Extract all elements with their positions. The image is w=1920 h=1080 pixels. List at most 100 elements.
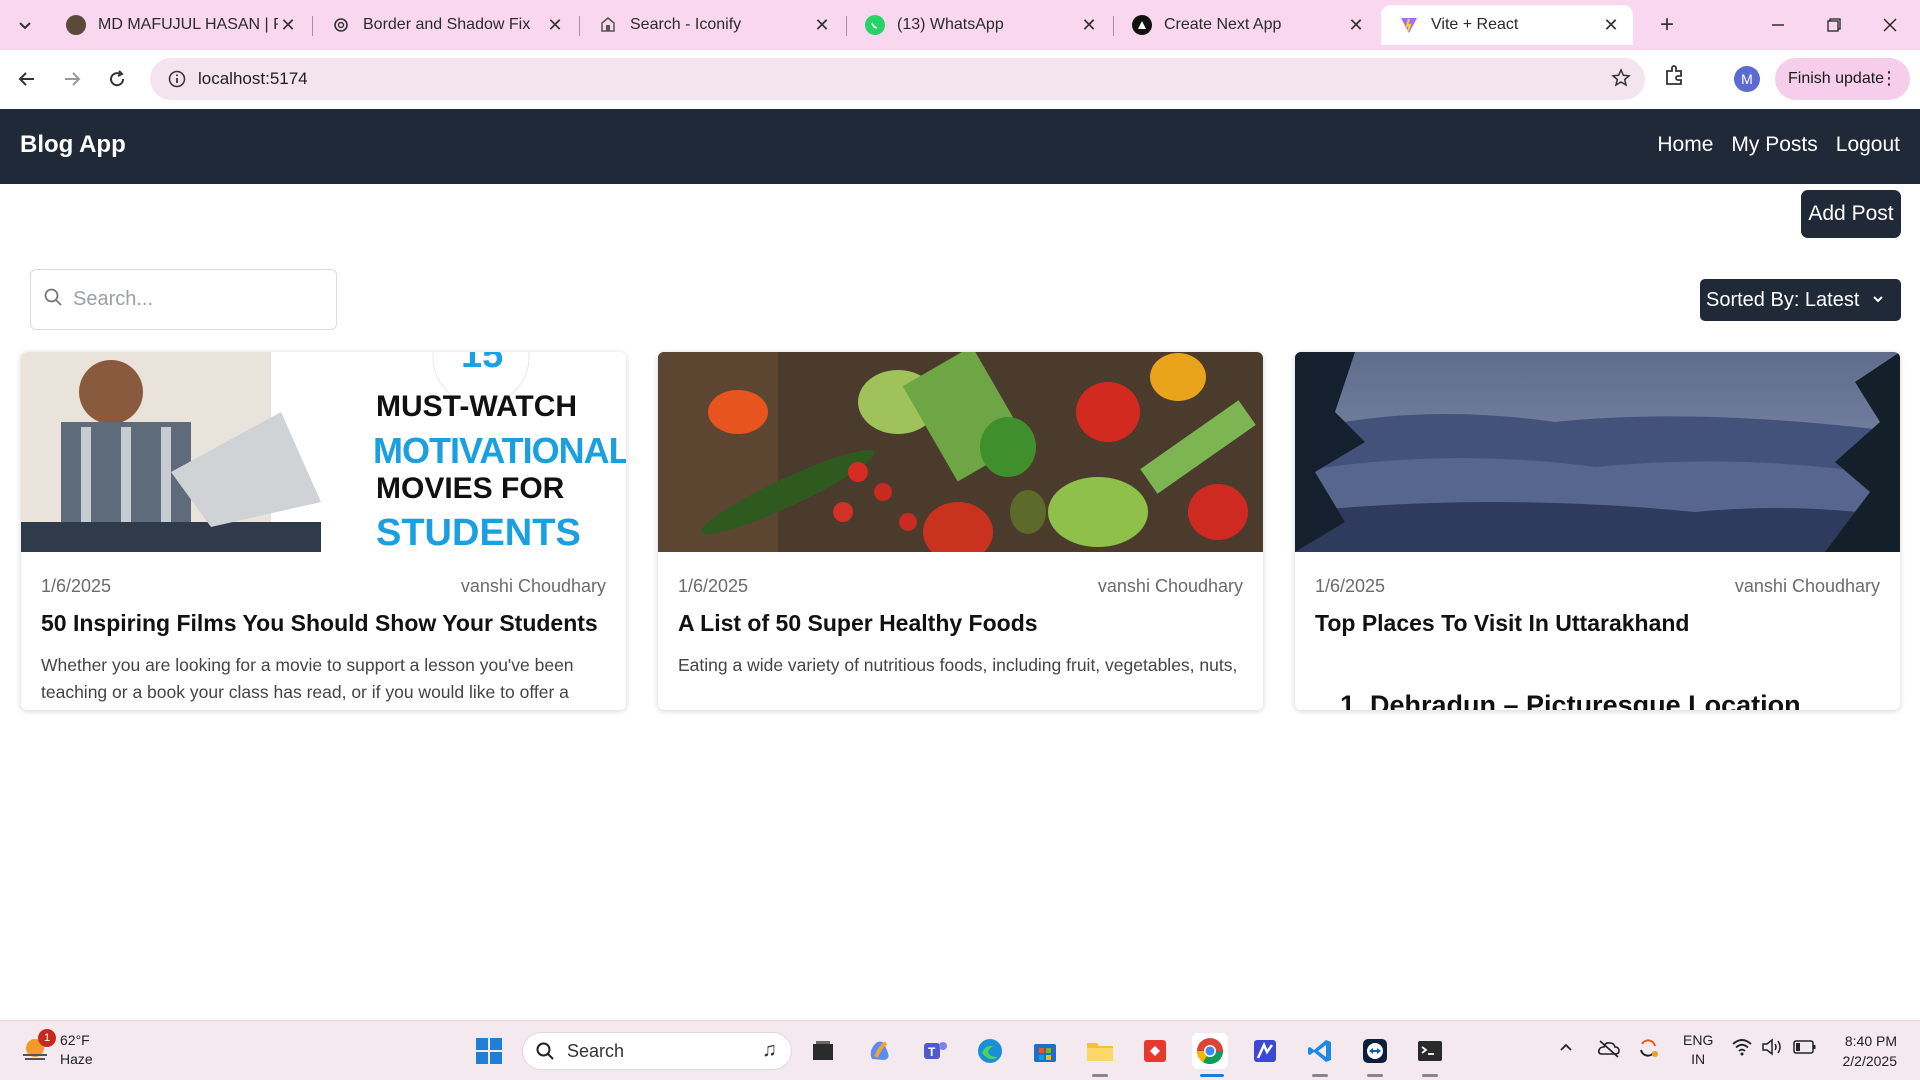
chrome-icon: [1196, 1038, 1224, 1065]
reload-button[interactable]: [100, 62, 134, 96]
wifi-icon[interactable]: [1731, 1038, 1753, 1059]
thumbnail-badge-number: 15: [461, 352, 504, 376]
url-text[interactable]: localhost:5174: [198, 69, 308, 89]
new-tab-button[interactable]: +: [1652, 10, 1682, 40]
arrow-right-icon: [65, 72, 81, 86]
taskbar-file-explorer[interactable]: [1082, 1033, 1118, 1069]
task-view-button[interactable]: [805, 1033, 841, 1069]
tab-title: Create Next App: [1164, 16, 1282, 33]
app-navbar: Blog App Home My Posts Logout: [0, 109, 1920, 184]
vite-icon: [1399, 15, 1419, 35]
nav-links: Home My Posts Logout: [1657, 133, 1900, 157]
post-excerpt: Eating a wide variety of nutritious food…: [678, 655, 1238, 675]
search-icon: [43, 287, 63, 312]
close-icon[interactable]: ✕: [1346, 15, 1366, 35]
volume-icon[interactable]: [1761, 1038, 1783, 1059]
extensions-puzzle-icon[interactable]: [1663, 63, 1687, 92]
taskbar-search-label: Search: [567, 1040, 625, 1061]
weather-temp: 62°F: [60, 1032, 90, 1048]
sync-icon[interactable]: [1636, 1036, 1660, 1063]
post-date: 1/6/2025: [678, 576, 749, 596]
language-region: IN: [1691, 1051, 1706, 1067]
post-thumbnail: [658, 352, 1263, 552]
minimize-button[interactable]: [1750, 0, 1806, 50]
taskbar-vscode[interactable]: [1302, 1033, 1338, 1069]
running-indicator: [1312, 1074, 1328, 1077]
taskbar-teamviewer[interactable]: [1357, 1033, 1393, 1069]
tab-search-button[interactable]: [10, 10, 40, 40]
tab-title: Border and Shadow Fix: [363, 16, 531, 33]
tab-whatsapp[interactable]: (13) WhatsApp ✕: [847, 5, 1111, 45]
git-icon: [1144, 1040, 1166, 1062]
close-icon[interactable]: ✕: [1601, 15, 1621, 35]
search-icon: [536, 1042, 554, 1060]
finish-update-label: Finish update: [1788, 70, 1885, 87]
bookmark-star-icon[interactable]: [1611, 68, 1631, 93]
profile-avatar[interactable]: M: [1734, 66, 1760, 92]
nav-home-link[interactable]: Home: [1657, 133, 1713, 157]
nav-my-posts-link[interactable]: My Posts: [1731, 133, 1817, 157]
browser-toolbar: localhost:5174 M Finish update ⋮: [0, 50, 1920, 108]
taskbar-search[interactable]: Search ♫: [522, 1032, 792, 1070]
tab-portfolio[interactable]: MD MAFUJUL HASAN | Po ✕: [48, 5, 310, 45]
taskbar-teams[interactable]: T: [917, 1033, 953, 1069]
post-card[interactable]: 15 MUST-WATCH MOTIVATIONAL MOVIES FOR ST…: [21, 352, 626, 710]
start-button[interactable]: [471, 1033, 507, 1069]
language-indicator[interactable]: ENG IN: [1683, 1031, 1713, 1069]
post-title[interactable]: A List of 50 Super Healthy Foods: [678, 610, 1243, 637]
chevron-down-icon: [19, 22, 31, 30]
notification-badge: 1: [38, 1029, 56, 1047]
tab-vite-react[interactable]: Vite + React ✕: [1381, 5, 1633, 45]
taskbar-terminal[interactable]: [1412, 1033, 1448, 1069]
taskbar-copilot[interactable]: [862, 1033, 898, 1069]
minimize-icon: [1772, 24, 1784, 26]
taskbar-app-purple[interactable]: [1247, 1033, 1283, 1069]
tab-border-shadow[interactable]: Border and Shadow Fix ✕: [313, 5, 577, 45]
weather-widget[interactable]: 1 62°F Haze: [20, 1029, 93, 1069]
finish-update-button[interactable]: Finish update ⋮: [1775, 58, 1910, 100]
post-title[interactable]: Top Places To Visit In Uttarakhand: [1315, 610, 1880, 637]
store-icon: [1034, 1044, 1056, 1062]
thumbnail-line2: MOTIVATIONAL: [373, 430, 626, 471]
forward-button[interactable]: [55, 62, 89, 96]
sort-dropdown[interactable]: Sorted By: Latest: [1700, 279, 1901, 321]
close-window-button[interactable]: [1862, 0, 1918, 50]
search-input[interactable]: [73, 288, 313, 311]
add-post-button[interactable]: Add Post: [1801, 190, 1901, 238]
close-icon[interactable]: ✕: [1079, 15, 1099, 35]
more-vertical-icon: ⋮: [1880, 68, 1898, 88]
back-button[interactable]: [10, 62, 44, 96]
post-author: vanshi Choudhary: [1097, 576, 1243, 596]
search-highlight-icon: ♫: [762, 1039, 777, 1061]
onedrive-offline-icon[interactable]: [1597, 1038, 1621, 1061]
taskbar-chrome[interactable]: [1192, 1033, 1228, 1069]
task-view-icon: [813, 1041, 833, 1060]
post-title[interactable]: 50 Inspiring Films You Should Show Your …: [41, 610, 606, 637]
nav-logout-link[interactable]: Logout: [1836, 133, 1900, 157]
battery-icon[interactable]: [1793, 1039, 1817, 1058]
windows-logo-icon: [476, 1038, 502, 1064]
reload-icon: [110, 70, 125, 87]
restore-button[interactable]: [1806, 0, 1862, 50]
system-clock[interactable]: 8:40 PM 2/2/2025: [1835, 1031, 1898, 1071]
clock-date: 2/2/2025: [1842, 1053, 1898, 1069]
tab-iconify[interactable]: Search - Iconify ✕: [580, 5, 844, 45]
chevron-up-icon[interactable]: [1558, 1039, 1574, 1058]
taskbar-edge[interactable]: [972, 1033, 1008, 1069]
close-icon[interactable]: ✕: [545, 15, 565, 35]
taskbar-store[interactable]: [1027, 1033, 1063, 1069]
chatgpt-icon: [331, 15, 351, 35]
brand-logo-text[interactable]: Blog App: [20, 131, 126, 159]
post-card[interactable]: 1/6/2025 vanshi Choudhary Top Places To …: [1295, 352, 1900, 710]
active-indicator: [1200, 1074, 1224, 1077]
post-content-list-item: 1. Dehradun – Picturesque Location: [1340, 690, 1801, 710]
teams-icon: T: [924, 1042, 947, 1059]
tab-next-app[interactable]: Create Next App ✕: [1114, 5, 1378, 45]
close-icon[interactable]: ✕: [812, 15, 832, 35]
post-card[interactable]: 1/6/2025 vanshi Choudhary A List of 50 S…: [658, 352, 1263, 710]
taskbar-git-app[interactable]: [1137, 1033, 1173, 1069]
site-info-icon[interactable]: [156, 70, 198, 88]
close-icon[interactable]: ✕: [278, 15, 298, 35]
search-box[interactable]: [30, 269, 337, 330]
address-bar[interactable]: localhost:5174: [150, 58, 1645, 100]
